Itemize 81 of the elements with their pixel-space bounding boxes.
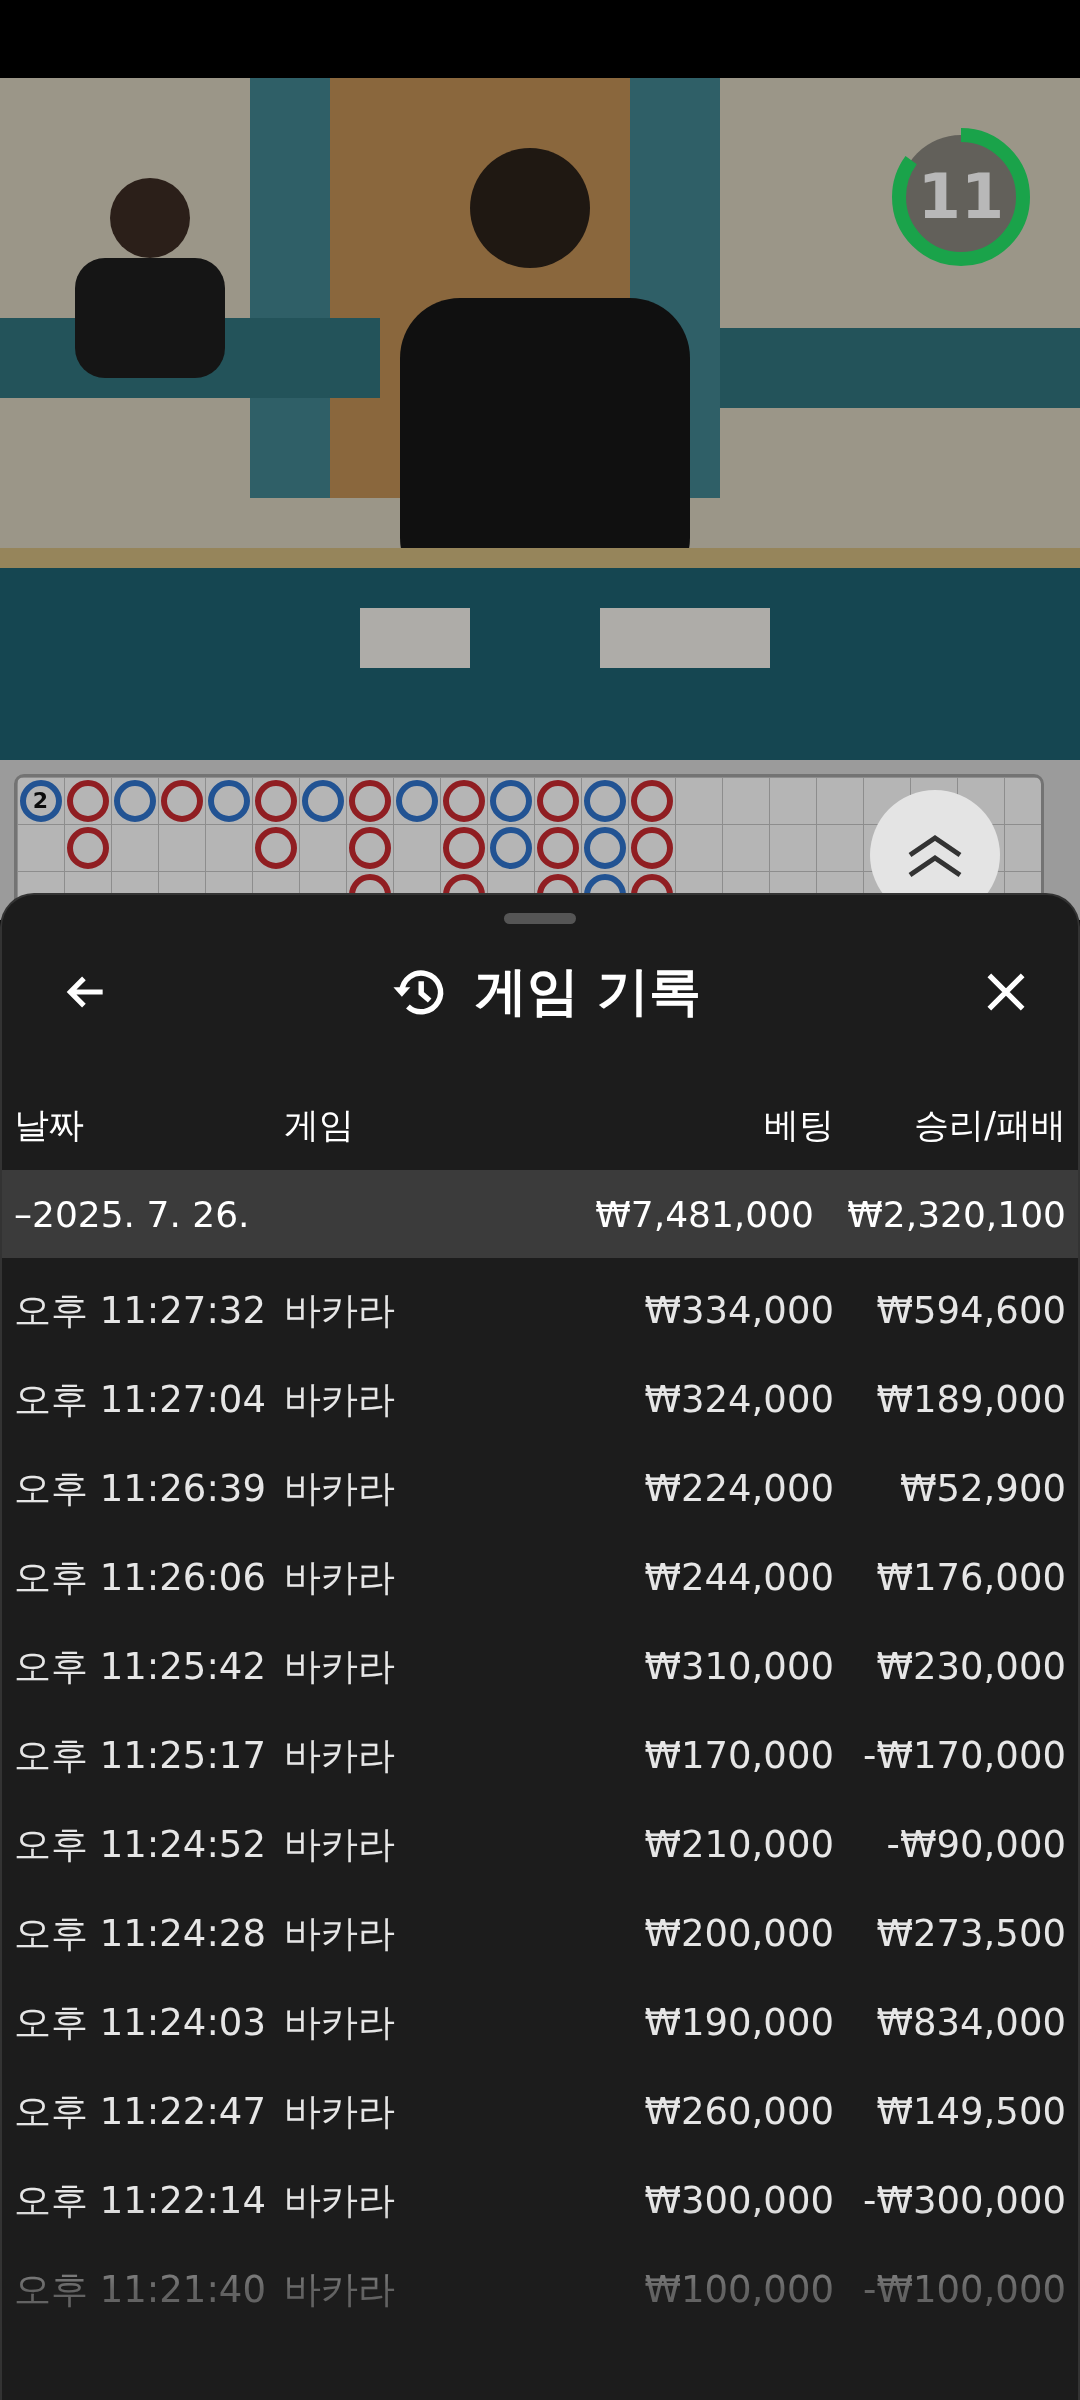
game-cell-text: 바카라 [284, 1465, 396, 1512]
column-header: 승리/패배 [913, 1103, 1066, 1147]
banker-circle-icon [348, 779, 391, 822]
bet-cell-text: ₩324,000 [643, 1378, 834, 1421]
bet-cell-text: ₩224,000 [643, 1467, 834, 1510]
column-header: 베팅 [763, 1103, 834, 1147]
banker-circle-icon [536, 826, 579, 869]
banker-circle-icon [348, 826, 391, 869]
date-group-row[interactable]: –2025. 7. 26. ₩7,481,000 ₩2,320,100 [2, 1170, 1078, 1258]
banker-circle-icon [630, 779, 673, 822]
bead-count: 2 [32, 788, 49, 813]
result-cell-text: -₩300,000 [862, 2179, 1066, 2222]
drag-handle[interactable] [504, 913, 576, 924]
player-circle-icon [207, 779, 250, 822]
banker-circle-icon [66, 826, 109, 869]
result-cell-text: ₩273,500 [875, 1912, 1066, 1955]
banker-circle-icon [160, 779, 203, 822]
column-header: 게임 [284, 1103, 355, 1147]
result-cell-text: ₩189,000 [875, 1378, 1066, 1421]
banker-circle-icon [442, 779, 485, 822]
game-cell-text: 바카라 [284, 1821, 396, 1868]
result-cell-text: ₩176,000 [875, 1556, 1066, 1599]
player-circle-icon [583, 779, 626, 822]
time-cell-text: 오후 11:25:42 [14, 1643, 267, 1690]
player-circle-icon [301, 779, 344, 822]
time-cell-text: 오후 11:26:06 [14, 1554, 267, 1601]
time-cell-text: 오후 11:24:03 [14, 1999, 267, 2046]
result-cell-text: ₩834,000 [875, 2001, 1066, 2044]
game-cell-text: 바카라 [284, 1999, 396, 2046]
bet-cell-text: ₩100,000 [643, 2268, 834, 2311]
result-cell-text: ₩52,900 [898, 1467, 1066, 1510]
bet-cell-text: ₩190,000 [643, 2001, 834, 2044]
game-cell-text: 바카라 [284, 1643, 396, 1690]
time-cell-text: 오후 11:22:47 [14, 2088, 267, 2135]
game-cell-text: 바카라 [284, 1287, 396, 1334]
time-cell-text: 오후 11:27:32 [14, 1287, 267, 1334]
bet-total-cell-text: ₩7,481,000 [594, 1193, 814, 1235]
result-cell-text: ₩230,000 [875, 1645, 1066, 1688]
timer-value: 11 [916, 160, 1006, 234]
game-cell-text: 바카라 [284, 1376, 396, 1423]
time-cell-text: 오후 11:21:40 [14, 2266, 267, 2313]
banker-circle-icon [536, 779, 579, 822]
bet-cell-text: ₩260,000 [643, 2090, 834, 2133]
player-circle-icon [113, 779, 156, 822]
banker-circle-icon [254, 826, 297, 869]
date-cell-text: –2025. 7. 26. [14, 1193, 251, 1235]
result-cell-text: ₩149,500 [875, 2090, 1066, 2133]
time-cell-text: 오후 11:27:04 [14, 1376, 267, 1423]
result-cell-text: ₩594,600 [875, 1289, 1066, 1332]
result-cell-text: -₩90,000 [885, 1823, 1066, 1866]
result-total-cell-text: ₩2,320,100 [846, 1193, 1066, 1235]
result-cell-text: -₩100,000 [862, 2268, 1066, 2311]
player-circle-icon [395, 779, 438, 822]
banker-circle-icon [254, 779, 297, 822]
column-header: 날짜 [14, 1103, 85, 1147]
time-cell-text: 오후 11:24:28 [14, 1910, 267, 1957]
bet-cell-text: ₩210,000 [643, 1823, 834, 1866]
bet-cell-text: ₩334,000 [643, 1289, 834, 1332]
time-cell-text: 오후 11:24:52 [14, 1821, 267, 1868]
bet-cell-text: ₩200,000 [643, 1912, 834, 1955]
time-cell-text: 오후 11:22:14 [14, 2177, 267, 2224]
player-circle-icon [489, 779, 532, 822]
game-cell-text: 바카라 [284, 1554, 396, 1601]
banker-circle-icon [442, 826, 485, 869]
player-circle-icon [489, 826, 532, 869]
game-cell-text: 바카라 [284, 1910, 396, 1957]
game-cell-text: 바카라 [284, 2177, 396, 2224]
game-cell-text: 바카라 [284, 2088, 396, 2135]
bet-cell-text: ₩310,000 [643, 1645, 834, 1688]
time-cell-text: 오후 11:25:17 [14, 1732, 267, 1779]
game-cell-text: 바카라 [284, 2266, 396, 2313]
banker-circle-icon [630, 826, 673, 869]
bet-cell-text: ₩244,000 [643, 1556, 834, 1599]
bet-cell-text: ₩300,000 [643, 2179, 834, 2222]
bet-cell-text: ₩170,000 [643, 1734, 834, 1777]
player-circle-icon [583, 826, 626, 869]
game-cell-text: 바카라 [284, 1732, 396, 1779]
time-cell-text: 오후 11:26:39 [14, 1465, 267, 1512]
sheet-title: 게임 기록 [474, 960, 702, 1023]
result-cell-text: -₩170,000 [862, 1734, 1066, 1777]
banker-circle-icon [66, 779, 109, 822]
